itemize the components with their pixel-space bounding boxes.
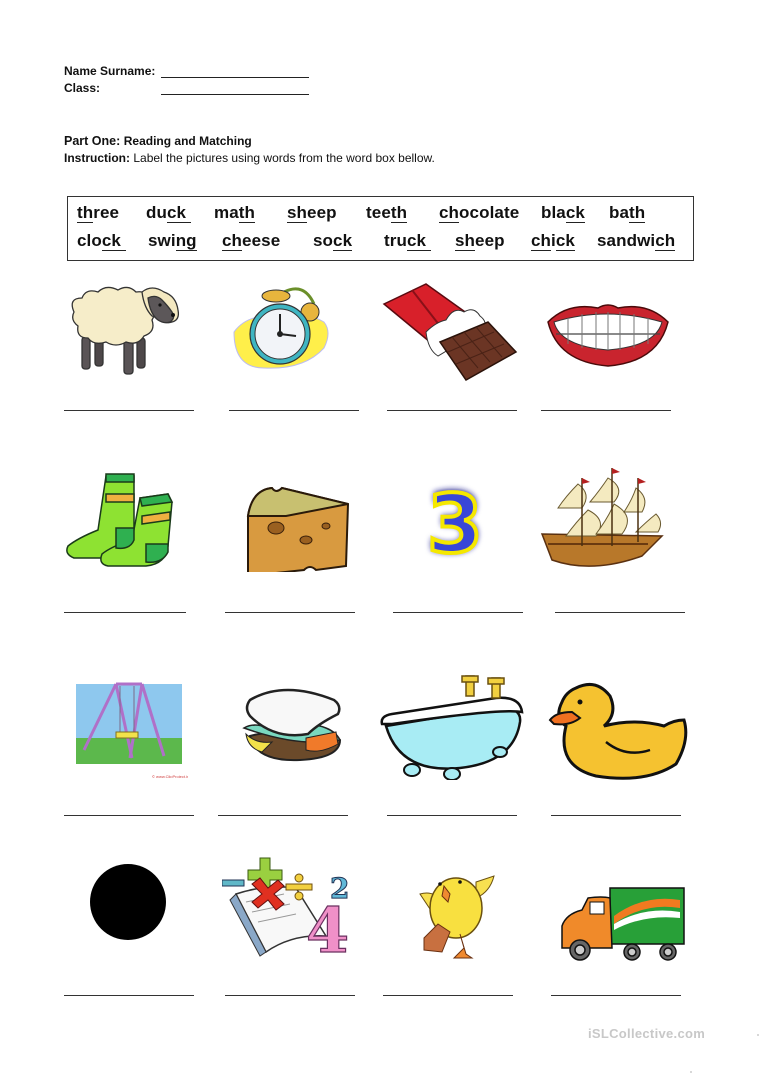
number-three-picture: 3 3 [425, 476, 485, 566]
answer-line-chick[interactable] [383, 995, 513, 996]
sandwich-picture [242, 688, 342, 762]
word-box-word: sheep [287, 203, 337, 223]
teeth-picture [547, 304, 669, 367]
duck-picture [548, 682, 688, 780]
word-box-word: truck [384, 231, 431, 251]
swing-credit: © www.ClipProject.info [152, 774, 188, 778]
alarm-clock-picture [233, 287, 329, 369]
class-field[interactable] [161, 94, 309, 95]
word-box-word: sock [313, 231, 353, 251]
answer-line-duck[interactable] [551, 815, 681, 816]
answer-line-three[interactable] [393, 612, 523, 613]
answer-line-bath[interactable] [387, 815, 517, 816]
word-box-word: cheese [222, 231, 281, 251]
chocolate-bar-picture [382, 283, 518, 381]
word-box-word: clock [77, 231, 126, 251]
answer-line-clock[interactable] [229, 410, 359, 411]
swing-picture: © www.ClipProject.info [76, 682, 188, 778]
word-box-word: duck [146, 203, 191, 223]
socks-picture [66, 473, 174, 567]
svg-text:3: 3 [427, 478, 483, 566]
answer-line-truck[interactable] [551, 995, 681, 996]
ship-picture [540, 468, 664, 567]
word-box-word: teeth [366, 203, 408, 223]
svg-text:2: 2 [330, 872, 349, 905]
word-box-word: black [541, 203, 585, 223]
word-box-word: math [214, 203, 256, 223]
sheep-picture [71, 286, 180, 375]
instruction: Instruction: Label the pictures using wo… [64, 151, 435, 165]
name-surname-field[interactable] [161, 77, 309, 78]
word-box-word: chick [531, 231, 575, 251]
watermark: iSLCollective.com [588, 1026, 706, 1041]
name-surname-label: Name Surname: [64, 64, 156, 78]
math-book-picture: 4 2 [222, 857, 350, 958]
chick-picture [419, 875, 495, 959]
instruction-label: Instruction: [64, 151, 130, 165]
answer-line-socks[interactable] [64, 612, 186, 613]
instruction-text: Label the pictures using words from the … [133, 151, 435, 165]
truck-picture [561, 887, 685, 961]
part-title-label: Part One: [64, 134, 121, 148]
answer-line-swing[interactable] [64, 815, 194, 816]
class-label: Class: [64, 81, 101, 95]
answer-line-cheese[interactable] [225, 612, 355, 613]
decorative-dot [757, 1034, 759, 1036]
word-box-word: chocolate [439, 203, 520, 223]
word-box-word: sandwich [597, 231, 676, 251]
answer-line-sandwich[interactable] [218, 815, 348, 816]
answer-line-chocolate[interactable] [387, 410, 517, 411]
part-title-text: Reading and Matching [123, 134, 252, 148]
answer-line-math[interactable] [225, 995, 355, 996]
answer-line-sheep[interactable] [64, 410, 194, 411]
cheese-picture [246, 486, 350, 572]
word-box-word: three [77, 203, 120, 223]
word-box-word: sheep [455, 231, 505, 251]
word-box-word: bath [609, 203, 646, 223]
decorative-dot [690, 1071, 692, 1073]
word-box-word: swing [148, 231, 197, 251]
answer-line-teeth[interactable] [541, 410, 671, 411]
black-circle-picture [90, 864, 166, 940]
part-title: Part One: Reading and Matching [64, 134, 252, 148]
answer-line-ship[interactable] [555, 612, 685, 613]
bathtub-picture [380, 675, 524, 780]
answer-line-black[interactable] [64, 995, 194, 996]
